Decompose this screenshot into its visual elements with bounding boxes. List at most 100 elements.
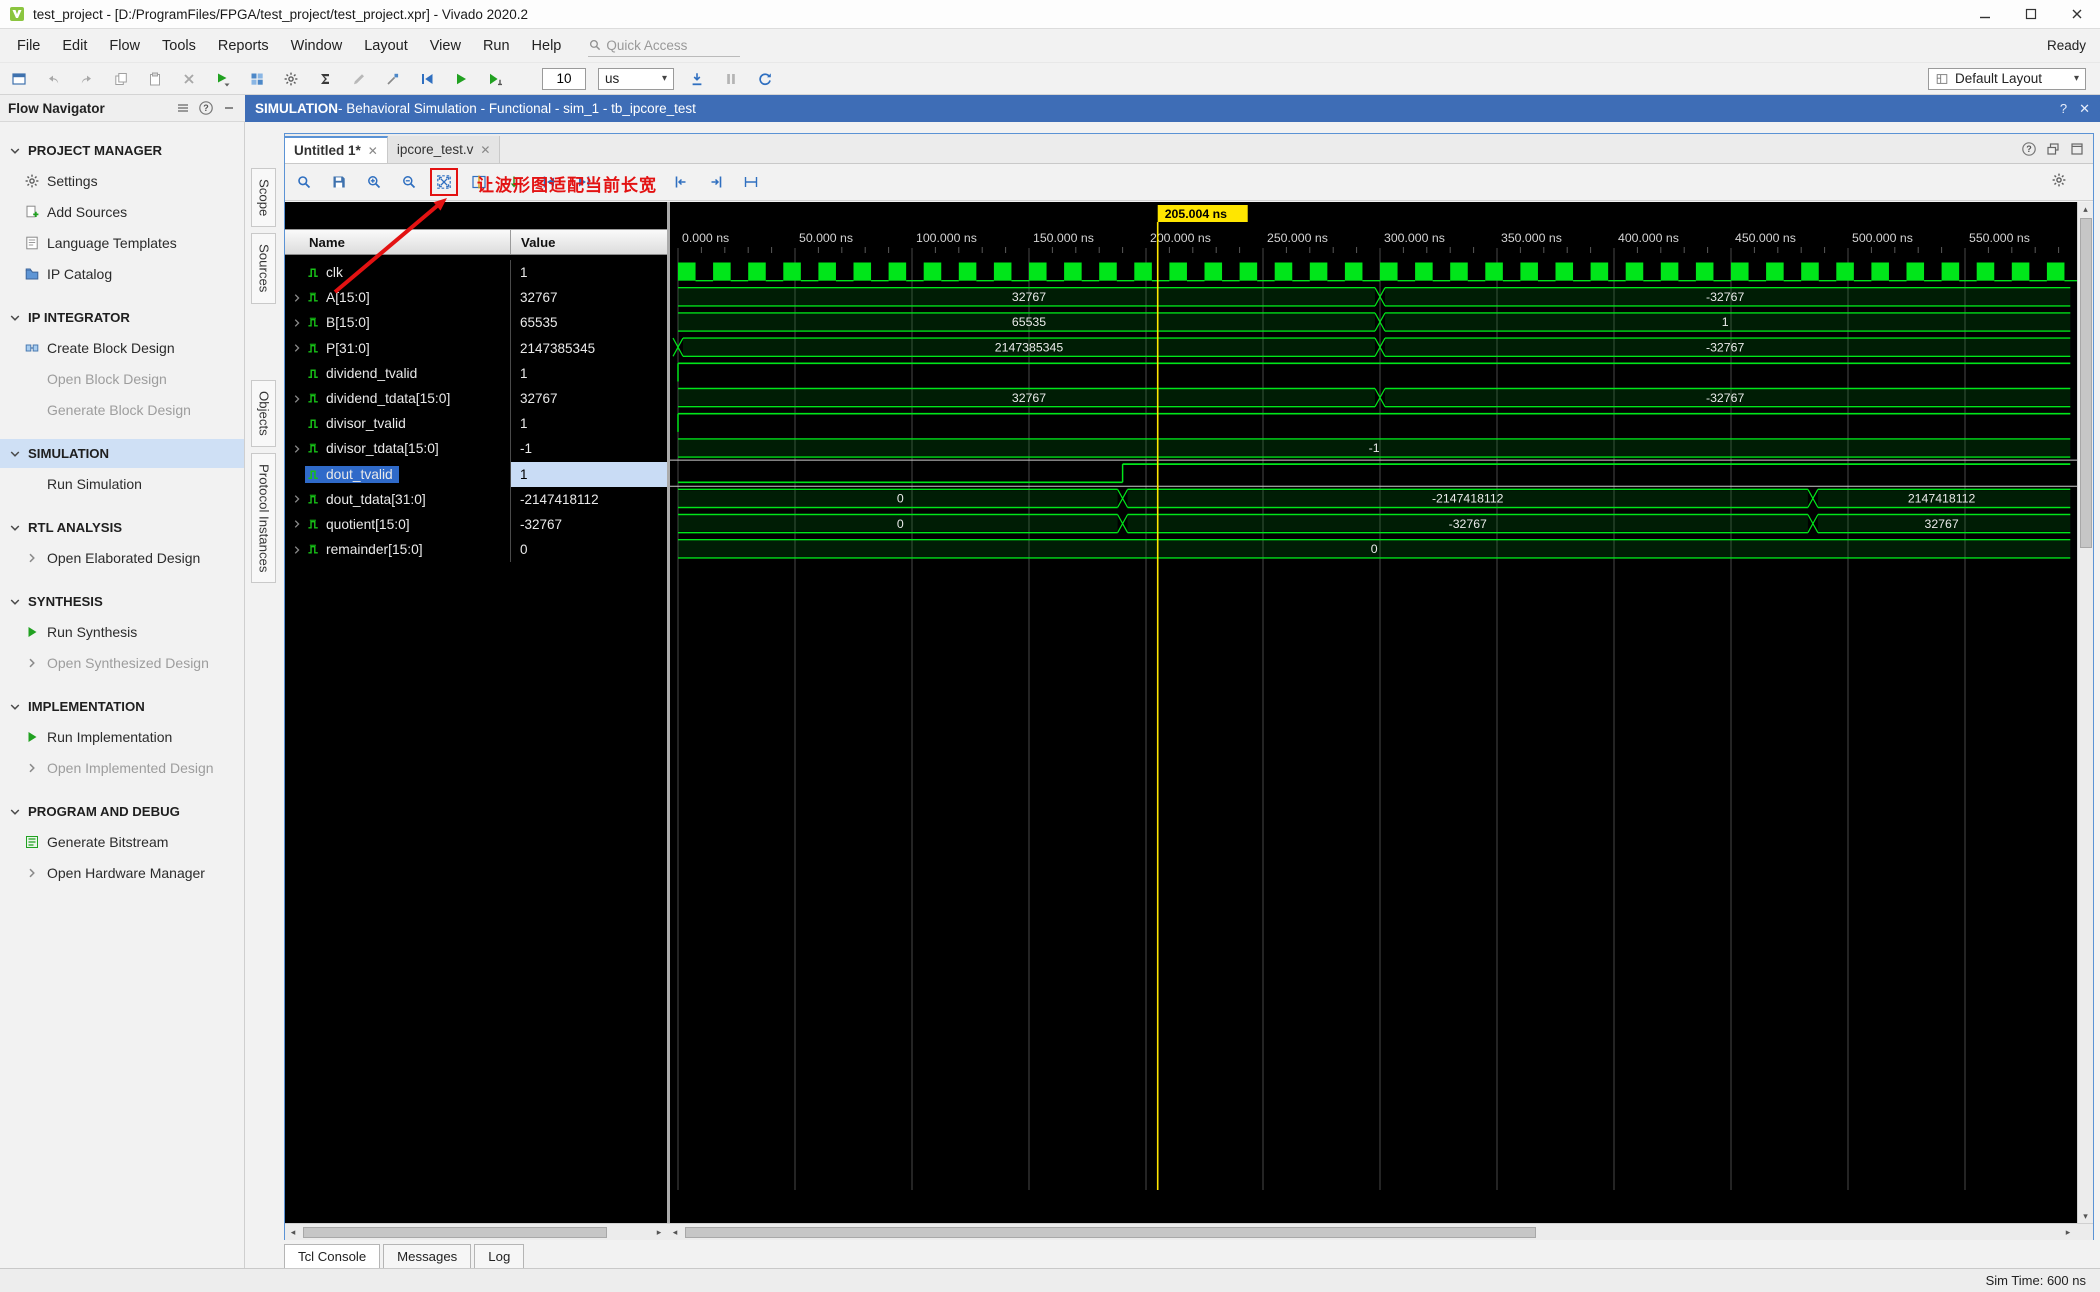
maximize-button[interactable] bbox=[2008, 0, 2054, 28]
signal-name-cell[interactable]: dout_tvalid bbox=[285, 462, 510, 487]
chevron-right-icon[interactable] bbox=[24, 760, 40, 776]
expand-chevron-icon[interactable] bbox=[290, 517, 305, 531]
signal-row[interactable]: clk 1 bbox=[285, 260, 667, 286]
flownav-item-settings[interactable]: Settings bbox=[0, 165, 244, 196]
signal-row[interactable]: B[15:0] 65535 bbox=[285, 310, 667, 336]
console-tab-log[interactable]: Log bbox=[474, 1244, 525, 1269]
signal-value-cell[interactable]: 1 bbox=[510, 360, 667, 386]
signal-value-cell[interactable]: 1 bbox=[510, 260, 667, 286]
break-button[interactable] bbox=[720, 68, 742, 90]
signal-row[interactable]: quotient[15:0] -32767 bbox=[285, 511, 667, 538]
menu-tools[interactable]: Tools bbox=[151, 33, 207, 59]
flownav-item-create-block-design[interactable]: Create Block Design bbox=[0, 332, 244, 363]
run-time-input[interactable] bbox=[542, 67, 586, 90]
run-all-button[interactable] bbox=[450, 68, 472, 90]
menu-run[interactable]: Run bbox=[472, 33, 521, 59]
tab-close-icon[interactable]: ✕ bbox=[480, 143, 490, 157]
quick-access-search[interactable]: Quick Access bbox=[588, 35, 741, 57]
flownav-item-generate-bitstream[interactable]: Generate Bitstream bbox=[0, 826, 244, 857]
signal-row[interactable]: A[15:0] 32767 bbox=[285, 285, 667, 311]
signal-name-cell[interactable]: divisor_tvalid bbox=[285, 411, 510, 436]
signal-name-cell[interactable]: remainder[15:0] bbox=[285, 537, 510, 562]
edit-button[interactable] bbox=[348, 68, 370, 90]
tab-close-icon[interactable]: ✕ bbox=[368, 144, 378, 158]
delete-button[interactable] bbox=[178, 68, 200, 90]
flownav-item-run-implementation[interactable]: Run Implementation bbox=[0, 721, 244, 752]
zoom-out-button[interactable] bbox=[398, 171, 420, 193]
minimize-button[interactable] bbox=[1962, 0, 2008, 28]
waveform-area[interactable]: 0.000 ns 50.000 ns 100.000 ns 150.000 ns 200… bbox=[667, 202, 2077, 1223]
doc-tab-ipcore-test-v[interactable]: ipcore_test.v ✕ bbox=[387, 136, 501, 163]
signal-row[interactable]: dout_tdata[31:0] -2147418112 bbox=[285, 486, 667, 512]
signal-row[interactable]: dividend_tdata[15:0] 32767 bbox=[285, 385, 667, 412]
signal-name-cell[interactable]: dividend_tdata[15:0] bbox=[285, 386, 510, 411]
scroll-right-icon[interactable]: ▸ bbox=[2060, 1227, 2076, 1238]
flownav-section-ip-integrator[interactable]: IP INTEGRATOR bbox=[0, 303, 244, 332]
flownav-item-add-sources[interactable]: Add Sources bbox=[0, 196, 244, 227]
flownav-item-language-templates[interactable]: Language Templates bbox=[0, 227, 244, 258]
value-column-header[interactable]: Value bbox=[510, 230, 667, 254]
menu-view[interactable]: View bbox=[419, 33, 472, 59]
signal-row[interactable]: divisor_tdata[15:0] -1 bbox=[285, 436, 667, 462]
signal-name-cell[interactable]: quotient[15:0] bbox=[285, 512, 510, 537]
sidetab-sources[interactable]: Sources bbox=[250, 233, 276, 304]
sidetab-scope[interactable]: Scope bbox=[250, 168, 276, 228]
chevron-right-icon[interactable] bbox=[24, 655, 40, 671]
flownav-section-implementation[interactable]: IMPLEMENTATION bbox=[0, 692, 244, 721]
menu-flow[interactable]: Flow bbox=[98, 33, 151, 59]
settings-button[interactable] bbox=[280, 68, 302, 90]
expand-chevron-icon[interactable] bbox=[290, 543, 305, 557]
signal-name-cell[interactable]: clk bbox=[285, 260, 510, 285]
panel-help-icon[interactable]: ? bbox=[2021, 141, 2037, 157]
run-flow-button[interactable] bbox=[212, 68, 234, 90]
flownav-item-run-synthesis[interactable]: Run Synthesis bbox=[0, 616, 244, 647]
signal-value-cell[interactable]: 2147385345 bbox=[510, 335, 667, 361]
signal-value-cell[interactable]: -1 bbox=[510, 436, 667, 462]
signal-value-cell[interactable]: 1 bbox=[510, 411, 667, 437]
expand-chevron-icon[interactable] bbox=[290, 442, 305, 456]
go-to-time-zero-button[interactable] bbox=[670, 171, 692, 193]
menu-file[interactable]: File bbox=[6, 33, 51, 59]
time-unit-select[interactable]: us ▾ bbox=[598, 67, 674, 90]
chevron-right-icon[interactable] bbox=[24, 550, 40, 566]
table-horizontal-scrollbar[interactable]: ◂ ▸ bbox=[285, 1224, 667, 1240]
relaunch-simulation-button[interactable] bbox=[754, 68, 776, 90]
name-column-header[interactable]: Name bbox=[285, 235, 510, 250]
flownav-section-synthesis[interactable]: SYNTHESIS bbox=[0, 587, 244, 616]
signal-value-cell[interactable]: 32767 bbox=[510, 385, 667, 412]
signal-value-cell[interactable]: 0 bbox=[510, 537, 667, 563]
zoom-fit-button[interactable] bbox=[430, 168, 458, 196]
help-icon[interactable]: ? bbox=[198, 100, 214, 116]
go-to-last-time-button[interactable] bbox=[705, 171, 727, 193]
signal-name-cell[interactable]: B[15:0] bbox=[285, 310, 510, 335]
waveform-svg[interactable]: 0.000 ns 50.000 ns 100.000 ns 150.000 ns 200… bbox=[670, 202, 2077, 1223]
doc-tab-untitled-1-[interactable]: Untitled 1* ✕ bbox=[285, 136, 388, 163]
redo-button[interactable] bbox=[76, 68, 98, 90]
wave-scroll-thumb[interactable] bbox=[685, 1226, 1537, 1238]
dock-window-button[interactable] bbox=[8, 68, 30, 90]
chevron-right-icon[interactable] bbox=[24, 865, 40, 881]
scroll-up-icon[interactable]: ▴ bbox=[2083, 202, 2088, 216]
context-help-icon[interactable]: ? bbox=[2060, 101, 2067, 117]
undo-button[interactable] bbox=[42, 68, 64, 90]
signal-value-cell[interactable]: 1 bbox=[510, 461, 667, 487]
menu-reports[interactable]: Reports bbox=[207, 33, 280, 59]
signal-value-cell[interactable]: 32767 bbox=[510, 285, 667, 311]
signal-value-cell[interactable]: -32767 bbox=[510, 511, 667, 538]
run-for-time-button[interactable] bbox=[484, 68, 506, 90]
restart-simulation-button[interactable] bbox=[416, 68, 438, 90]
scroll-left-icon[interactable]: ◂ bbox=[285, 1227, 301, 1238]
zoom-in-button[interactable] bbox=[363, 171, 385, 193]
signal-row[interactable]: remainder[15:0] 0 bbox=[285, 537, 667, 563]
save-waveform-button[interactable] bbox=[328, 171, 350, 193]
sidetab-protocol-instances[interactable]: Protocol Instances bbox=[250, 452, 276, 584]
step-button[interactable] bbox=[686, 68, 708, 90]
signal-row[interactable]: divisor_tvalid 1 bbox=[285, 411, 667, 437]
scroll-right-icon[interactable]: ▸ bbox=[651, 1227, 667, 1238]
console-tab-messages[interactable]: Messages bbox=[383, 1244, 472, 1269]
menu-layout[interactable]: Layout bbox=[353, 33, 419, 59]
flownav-item-open-hardware-manager[interactable]: Open Hardware Manager bbox=[0, 857, 244, 888]
toggle-icon[interactable] bbox=[175, 100, 191, 116]
layout-select[interactable]: Default Layout ▾ bbox=[1928, 67, 2086, 90]
panel-maximize-icon[interactable] bbox=[2069, 141, 2085, 157]
